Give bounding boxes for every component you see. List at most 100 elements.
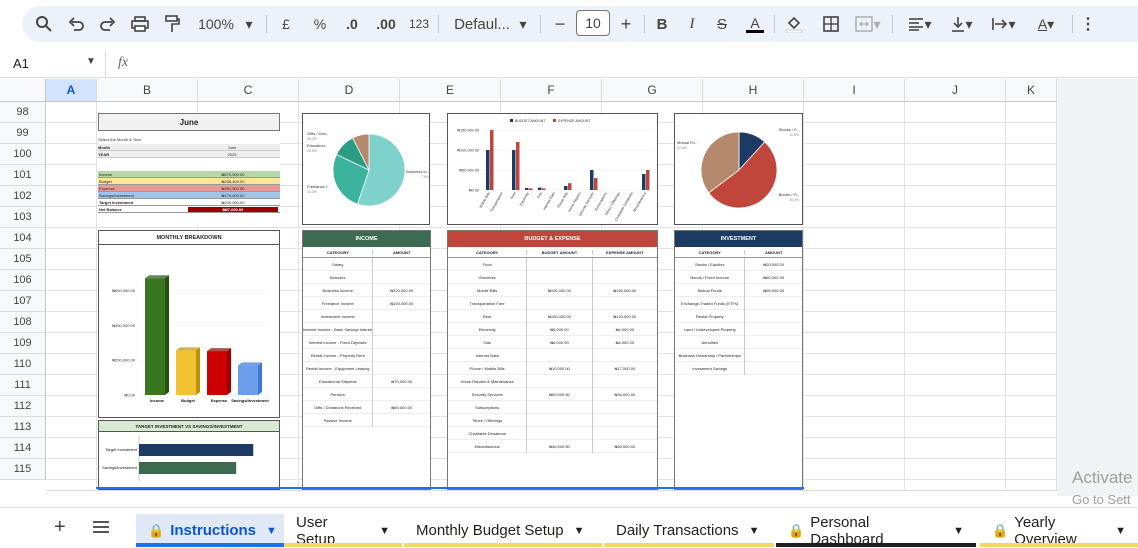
table-cell-amount[interactable]: ₦50,000.00 (526, 387, 591, 401)
strikethrough-icon[interactable]: S (712, 6, 732, 42)
table-cell-category[interactable]: Rent (448, 310, 526, 323)
table-cell-category[interactable]: Electricity (448, 323, 526, 336)
month-dropdown[interactable]: June (188, 145, 276, 150)
table-cell-category[interactable]: Charitable Donations (448, 427, 526, 440)
row-header-111[interactable]: 111 (0, 375, 46, 396)
table-cell-amount[interactable]: ₦5,000.00 (526, 322, 591, 336)
text-wrap-icon[interactable]: ▾ (986, 6, 1022, 42)
table-cell-category[interactable]: Groceries (448, 271, 526, 284)
table-cell-category[interactable]: Interest Income - Bank Savings Interest (303, 323, 372, 336)
sheet-tab-instructions[interactable]: 🔒 Instructions ▼ (136, 514, 284, 547)
row-header-108[interactable]: 108 (0, 312, 46, 333)
number-format-button[interactable]: 123 (406, 6, 432, 42)
table-cell-amount[interactable] (526, 374, 591, 388)
table-cell-category[interactable]: Mobile Bills (448, 284, 526, 297)
table-cell-amount[interactable] (591, 257, 657, 271)
table-cell-category[interactable]: Interest Income - Fixed Deposits (303, 336, 372, 349)
table-cell-category[interactable]: Bonds / Fixed Income (675, 271, 744, 284)
table-cell-amount[interactable] (591, 348, 657, 362)
column-header-j[interactable]: J (905, 79, 1006, 102)
table-cell-amount[interactable] (744, 348, 802, 362)
column-header-k[interactable]: K (1006, 79, 1057, 102)
table-cell-category[interactable]: Exchange-Traded Funds (ETFs) (675, 297, 744, 310)
chevron-down-icon[interactable]: ▼ (266, 525, 277, 537)
borders-icon[interactable] (820, 6, 842, 42)
row-header-110[interactable]: 110 (0, 354, 46, 375)
currency-button[interactable]: £ (276, 6, 296, 42)
row-header-100[interactable]: 100 (0, 144, 46, 165)
table-cell-amount[interactable] (526, 257, 591, 271)
row-header-98[interactable]: 98 (0, 102, 46, 123)
table-cell-amount[interactable]: ₦6,000.00 (526, 335, 591, 349)
row-header-109[interactable]: 109 (0, 333, 46, 354)
table-cell-amount[interactable] (372, 361, 430, 375)
table-cell-amount[interactable] (744, 322, 802, 336)
table-cell-amount[interactable]: ₦150,000.00 (591, 283, 657, 297)
table-cell-amount[interactable] (372, 335, 430, 349)
redo-icon[interactable] (96, 6, 120, 42)
table-cell-amount[interactable] (372, 413, 430, 427)
table-cell-category[interactable]: Tithes / Offerings (448, 414, 526, 427)
table-cell-amount[interactable]: ₦10,000.00 (526, 361, 591, 375)
table-cell-amount[interactable] (526, 426, 591, 440)
table-cell-amount[interactable]: ₦20,000.00 (744, 257, 802, 271)
row-header-106[interactable]: 106 (0, 270, 46, 291)
bold-icon[interactable]: B (652, 6, 672, 42)
table-cell-amount[interactable] (744, 309, 802, 323)
table-cell-amount[interactable] (526, 413, 591, 427)
column-header-b[interactable]: B (97, 79, 198, 102)
table-cell-amount[interactable] (591, 374, 657, 388)
table-cell-amount[interactable] (744, 361, 802, 375)
chevron-down-icon[interactable]: ▼ (749, 525, 760, 537)
row-header-103[interactable]: 103 (0, 207, 46, 228)
sheet-tab-yearly-overview[interactable]: 🔒 Yearly Overview ▼ (980, 514, 1138, 548)
table-cell-category[interactable]: Passive Income (303, 414, 372, 427)
formula-input[interactable] (145, 54, 1138, 75)
column-header-g[interactable]: G (602, 79, 703, 102)
table-cell-category[interactable]: Investment Savings (675, 362, 744, 375)
table-cell-amount[interactable] (372, 348, 430, 362)
table-cell-amount[interactable] (526, 296, 591, 310)
fill-color-icon[interactable] (782, 6, 806, 42)
table-cell-amount[interactable]: ₦90,000.00 (744, 283, 802, 297)
table-cell-amount[interactable]: ₦100,000.00 (526, 309, 591, 323)
table-cell-category[interactable]: Rental Income - Equipment Leasing (303, 362, 372, 375)
row-header-102[interactable]: 102 (0, 186, 46, 207)
table-cell-category[interactable]: Pension (303, 388, 372, 401)
table-cell-category[interactable]: Mutual Funds (675, 284, 744, 297)
table-cell-amount[interactable]: ₦320,000.00 (372, 283, 430, 297)
zoom-select[interactable]: 100% (194, 6, 238, 42)
table-cell-category[interactable]: Annuities (675, 336, 744, 349)
table-cell-amount[interactable] (372, 309, 430, 323)
table-cell-category[interactable]: Business Ownership / Partnerships (675, 349, 744, 362)
row-header-101[interactable]: 101 (0, 165, 46, 186)
table-cell-amount[interactable] (372, 387, 430, 401)
font-size-input[interactable]: 10 (576, 10, 610, 36)
table-cell-category[interactable]: Freelance Income (303, 297, 372, 310)
table-cell-amount[interactable] (526, 348, 591, 362)
italic-icon[interactable]: I (682, 6, 702, 42)
table-cell-amount[interactable] (591, 270, 657, 284)
column-header-h[interactable]: H (703, 79, 804, 102)
table-cell-amount[interactable]: ₦150,000.00 (372, 296, 430, 310)
select-all-corner[interactable] (0, 79, 46, 102)
table-cell-amount[interactable]: ₦60,000.00 (744, 270, 802, 284)
decrease-decimal-button[interactable]: .0 (340, 6, 364, 42)
chevron-down-icon[interactable]: ▾ (516, 6, 530, 42)
sheet-tab-daily-transactions[interactable]: Daily Transactions ▼ (604, 514, 774, 547)
more-options-icon[interactable]: ⋮ (1078, 6, 1098, 42)
table-cell-amount[interactable] (591, 413, 657, 427)
column-header-i[interactable]: I (804, 79, 905, 102)
text-color-icon[interactable]: A (744, 6, 766, 42)
table-cell-amount[interactable]: ₦100,000.00 (526, 283, 591, 297)
row-header-107[interactable]: 107 (0, 291, 46, 312)
column-header-d[interactable]: D (299, 79, 400, 102)
chevron-down-icon[interactable]: ▾ (242, 6, 256, 42)
table-cell-category[interactable]: Rental Income - Property Rent (303, 349, 372, 362)
row-header-104[interactable]: 104 (0, 228, 46, 249)
name-box[interactable]: A1 ▼ (0, 51, 106, 78)
table-cell-amount[interactable] (372, 257, 430, 271)
table-cell-amount[interactable] (591, 426, 657, 440)
table-cell-category[interactable]: Security Services (448, 388, 526, 401)
table-cell-amount[interactable] (526, 400, 591, 414)
